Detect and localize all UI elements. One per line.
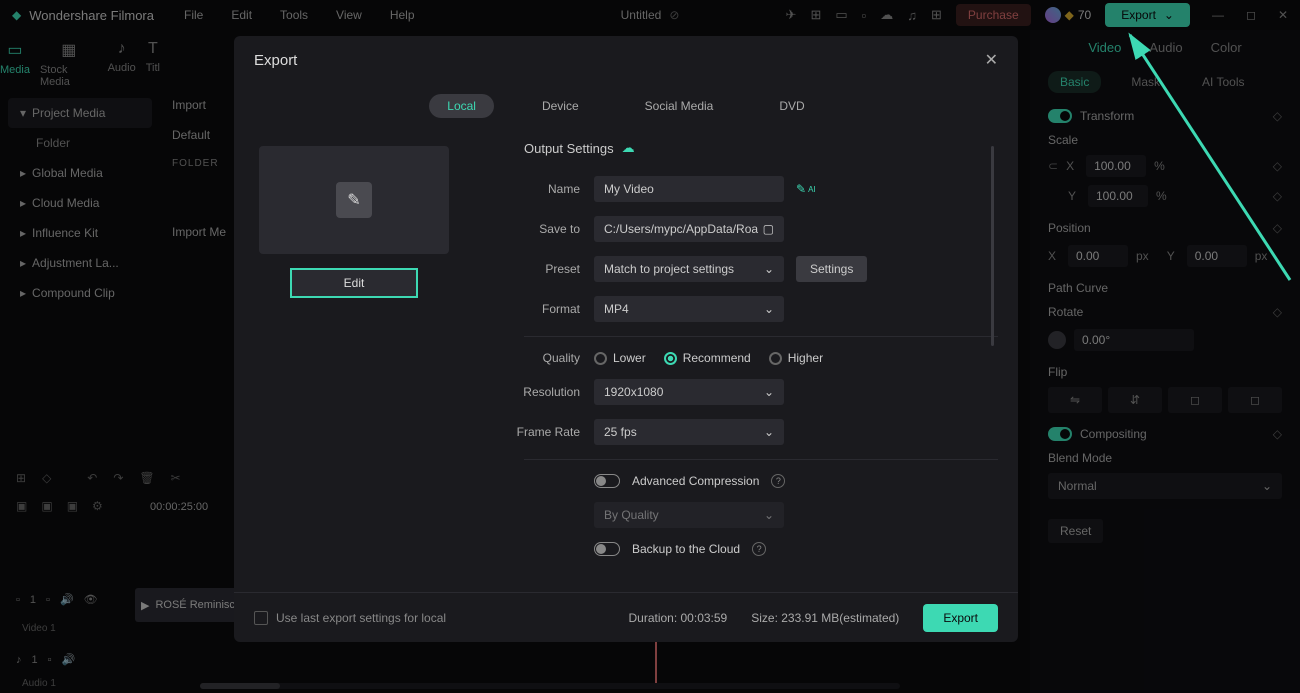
save-to-input[interactable]: C:/Users/mypc/AppData/Roa▢ [594, 216, 784, 242]
use-last-settings-label: Use last export settings for local [276, 611, 446, 625]
compression-mode-select: By Quality⌄ [594, 502, 784, 528]
resolution-select[interactable]: 1920x1080⌄ [594, 379, 784, 405]
quality-recommend-radio[interactable]: Recommend [664, 351, 751, 365]
folder-icon[interactable]: ▢ [763, 222, 774, 236]
scrollbar[interactable] [991, 146, 994, 346]
tab-device[interactable]: Device [524, 94, 597, 118]
export-dialog: Export ✕ Local Device Social Media DVD ✎… [234, 36, 1018, 642]
format-select[interactable]: MP4⌄ [594, 296, 784, 322]
ai-name-icon[interactable]: ✎AI [796, 182, 816, 196]
divider [524, 459, 998, 460]
quality-lower-radio[interactable]: Lower [594, 351, 646, 365]
frame-rate-label: Frame Rate [484, 425, 594, 439]
preset-select[interactable]: Match to project settings⌄ [594, 256, 784, 282]
backup-cloud-toggle[interactable] [594, 542, 620, 556]
tab-social-media[interactable]: Social Media [627, 94, 732, 118]
advanced-compression-toggle[interactable] [594, 474, 620, 488]
duration-info: Duration: 00:03:59 [628, 611, 727, 625]
name-input[interactable]: My Video [594, 176, 784, 202]
cloud-icon: ☁ [622, 140, 635, 156]
use-last-settings-checkbox[interactable] [254, 611, 268, 625]
name-label: Name [484, 182, 594, 196]
quality-higher-radio[interactable]: Higher [769, 351, 823, 365]
chevron-down-icon: ⌄ [764, 302, 774, 316]
dialog-title: Export [254, 52, 297, 69]
chevron-down-icon: ⌄ [764, 508, 774, 522]
chevron-down-icon: ⌄ [764, 425, 774, 439]
preview-thumbnail: ✎ [259, 146, 449, 254]
backup-cloud-label: Backup to the Cloud [632, 542, 740, 556]
help-icon[interactable]: ? [752, 542, 766, 556]
tab-local[interactable]: Local [429, 94, 494, 118]
dialog-close-icon[interactable]: ✕ [985, 50, 998, 70]
advanced-compression-label: Advanced Compression [632, 474, 759, 488]
tab-dvd[interactable]: DVD [761, 94, 822, 118]
output-settings-header: Output Settings ☁ [524, 140, 998, 156]
save-to-label: Save to [484, 222, 594, 236]
format-label: Format [484, 302, 594, 316]
frame-rate-select[interactable]: 25 fps⌄ [594, 419, 784, 445]
export-action-button[interactable]: Export [923, 604, 998, 632]
preset-label: Preset [484, 262, 594, 276]
preset-settings-button[interactable]: Settings [796, 256, 867, 282]
resolution-label: Resolution [484, 385, 594, 399]
help-icon[interactable]: ? [771, 474, 785, 488]
edit-button[interactable]: Edit [290, 268, 418, 298]
quality-label: Quality [484, 351, 594, 365]
pencil-icon: ✎ [336, 182, 372, 218]
divider [524, 336, 998, 337]
size-info: Size: 233.91 MB(estimated) [751, 611, 899, 625]
chevron-down-icon: ⌄ [764, 262, 774, 276]
chevron-down-icon: ⌄ [764, 385, 774, 399]
